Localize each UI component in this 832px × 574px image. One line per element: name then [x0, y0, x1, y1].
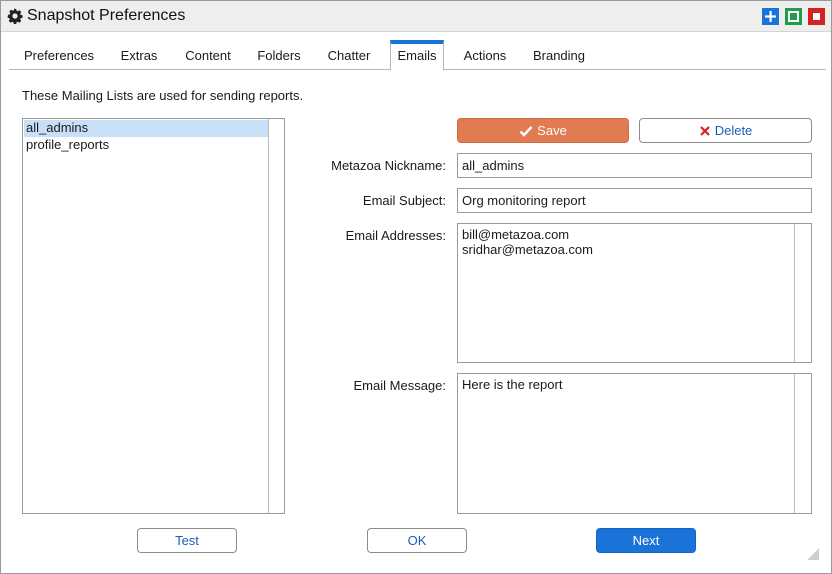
subject-field[interactable]: Org monitoring report	[457, 188, 812, 213]
test-button[interactable]: Test	[137, 528, 237, 553]
tab-bar: Preferences Extras Content Folders Chatt…	[9, 40, 826, 71]
title-bar: Snapshot Preferences	[1, 1, 831, 32]
tab-branding[interactable]: Branding	[525, 46, 593, 70]
message-field[interactable]: Here is the report	[457, 373, 812, 514]
preferences-window: Snapshot Preferences Preferences Extras …	[0, 0, 832, 574]
subject-label: Email Subject:	[362, 193, 446, 208]
gear-icon	[7, 8, 23, 24]
addresses-content: bill@metazoa.com sridhar@metazoa.com	[462, 227, 593, 257]
nickname-field[interactable]: all_admins	[457, 153, 812, 178]
tab-label: Emails	[397, 48, 437, 63]
tab-emails[interactable]: Emails	[390, 40, 444, 71]
save-button-label: Save	[537, 123, 567, 138]
tab-label: Preferences	[23, 48, 95, 63]
close-button[interactable]	[808, 8, 825, 25]
tab-label: Folders	[257, 48, 301, 63]
tab-label: Content	[185, 48, 231, 63]
intro-text: These Mailing Lists are used for sending…	[22, 88, 304, 103]
email-address: bill@metazoa.com	[462, 227, 570, 242]
message-label: Email Message:	[353, 378, 446, 393]
tab-label: Extras	[120, 48, 158, 63]
delete-button-label: Delete	[714, 123, 753, 138]
addresses-label: Email Addresses:	[345, 228, 446, 243]
tab-label: Branding	[532, 48, 586, 63]
tab-actions[interactable]: Actions	[455, 46, 515, 70]
mailing-list-box[interactable]: all_admins profile_reports	[22, 118, 285, 514]
tab-extras[interactable]: Extras	[113, 46, 165, 70]
nickname-label: Metazoa Nickname:	[331, 158, 446, 173]
addresses-field[interactable]: bill@metazoa.com sridhar@metazoa.com	[457, 223, 812, 363]
resize-grip-icon[interactable]	[806, 547, 820, 561]
window-title: Snapshot Preferences	[27, 7, 186, 24]
tab-chatter[interactable]: Chatter	[319, 46, 379, 70]
maximize-icon	[788, 11, 799, 22]
list-scrollbar[interactable]	[268, 119, 284, 513]
delete-button[interactable]: Delete	[639, 118, 812, 143]
x-icon	[699, 126, 710, 136]
message-scrollbar[interactable]	[794, 374, 811, 513]
list-item-label: profile_reports	[26, 137, 110, 152]
tab-label: Chatter	[327, 48, 371, 63]
addresses-scrollbar[interactable]	[794, 224, 811, 362]
list-item-label: all_admins	[26, 120, 89, 135]
list-item[interactable]: all_admins	[24, 120, 269, 137]
tab-folders[interactable]: Folders	[249, 46, 309, 70]
list-item[interactable]: profile_reports	[24, 137, 269, 154]
tab-preferences[interactable]: Preferences	[15, 46, 103, 70]
plus-icon	[765, 11, 776, 22]
message-content: Here is the report	[462, 377, 563, 392]
ok-button[interactable]: OK	[367, 528, 467, 553]
tab-content[interactable]: Content	[177, 46, 239, 70]
add-window-button[interactable]	[762, 8, 779, 25]
next-button[interactable]: Next	[596, 528, 696, 553]
tab-label: Actions	[463, 48, 507, 63]
save-button[interactable]: Save	[457, 118, 629, 143]
close-icon	[813, 13, 820, 20]
maximize-button[interactable]	[785, 8, 802, 25]
checkmark-icon	[519, 126, 533, 137]
email-address: sridhar@metazoa.com	[462, 242, 593, 257]
